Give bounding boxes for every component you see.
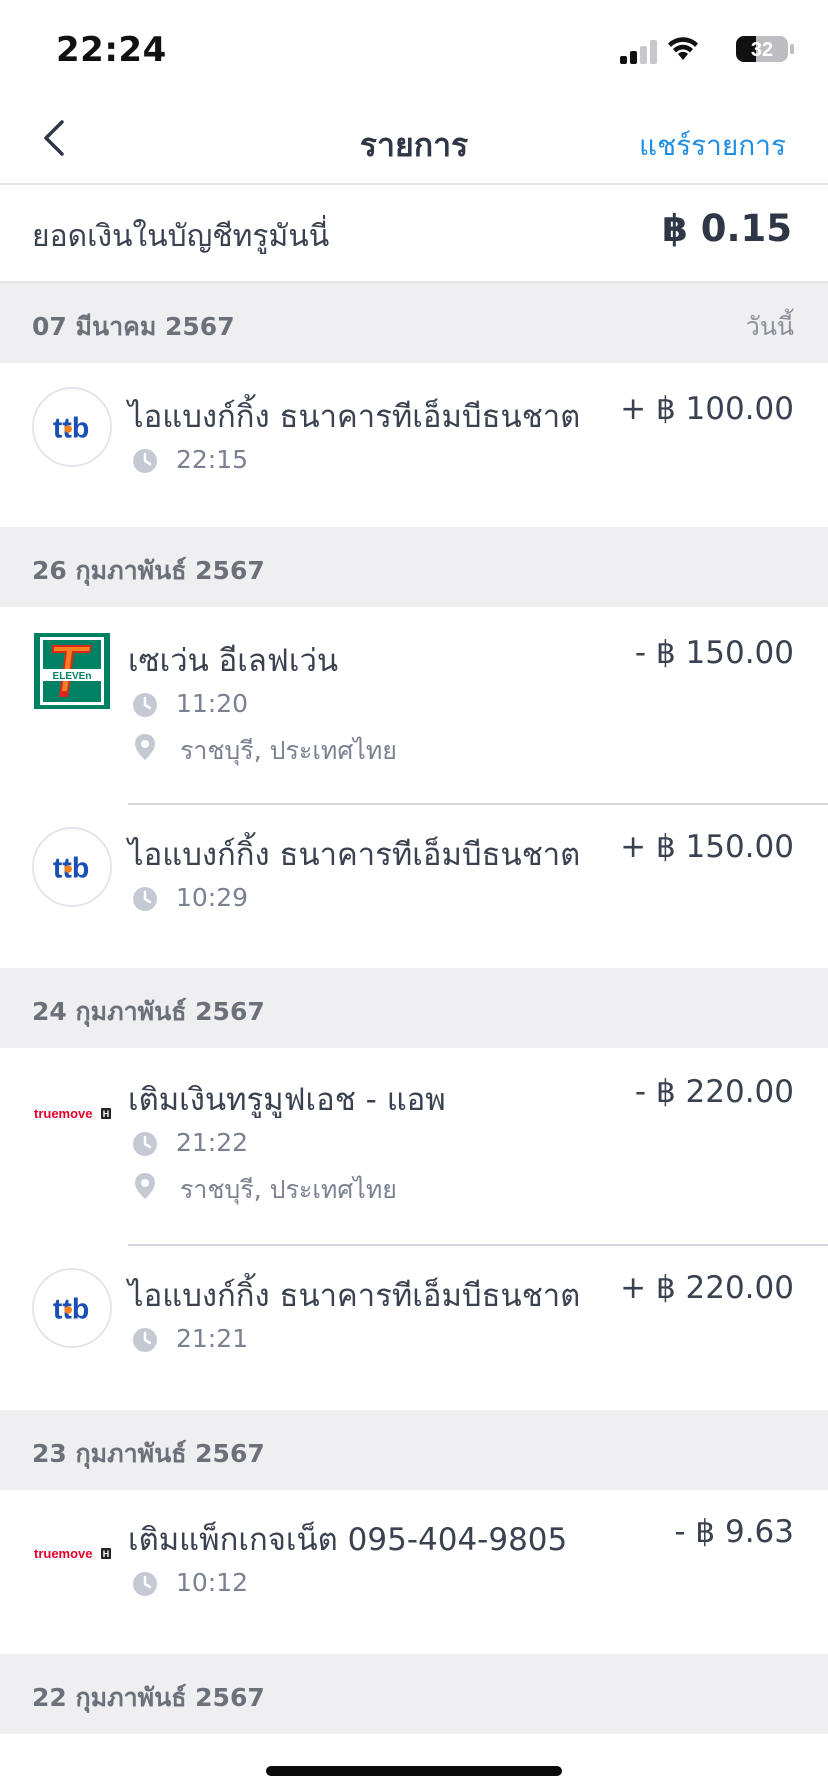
home-indicator[interactable]: [266, 1766, 562, 1776]
transaction-title: ไอแบงก์กิ้ง ธนาคารทีเอ็มบีธนชาต: [128, 1278, 581, 1314]
clock-icon: [133, 1328, 157, 1352]
clock-icon: [133, 693, 157, 717]
signal-icon: [620, 40, 658, 64]
transaction-amount: - ฿ 220.00: [634, 1074, 794, 1110]
transaction-row[interactable]: truemove H เติมแพ็กเกจเน็ต 095-404-9805 …: [0, 1490, 828, 1654]
clock-icon: [133, 887, 157, 911]
balance-label: ยอดเงินในบัญชีทรูมันนี่: [32, 219, 330, 254]
date-label: 23 กุมภาพันธ์ 2567: [32, 1439, 265, 1468]
transaction-row[interactable]: ELEVEn เซเว่น อีเลฟเว่น - ฿ 150.00 11:20…: [0, 607, 828, 803]
date-header: 26 กุมภาพันธ์ 2567: [0, 527, 828, 607]
clock-icon: [133, 449, 157, 473]
7-eleven-logo: ELEVEn: [34, 633, 110, 709]
transaction-time: 10:29: [176, 883, 249, 912]
balance-value: ฿ 0.15: [662, 207, 792, 250]
wifi-icon: [668, 37, 698, 60]
date-label: 26 กุมภาพันธ์ 2567: [32, 556, 265, 585]
truemove-logo: truemove H: [32, 1514, 112, 1594]
clock-icon: [133, 1572, 157, 1596]
date-header: 22 กุมภาพันธ์ 2567: [0, 1654, 828, 1734]
date-header: 07 มีนาคม 2567 วันนี้: [0, 283, 828, 363]
transaction-row[interactable]: truemove H เติมเงินทรูมูฟเอช - แอพ - ฿ 2…: [0, 1048, 828, 1244]
transaction-row[interactable]: ttb ไอแบงก์กิ้ง ธนาคารทีเอ็มบีธนชาต + ฿ …: [0, 1246, 828, 1410]
transaction-time: 22:15: [176, 445, 249, 474]
transaction-amount: - ฿ 9.63: [674, 1514, 794, 1550]
transaction-title: เติมเงินทรูมูฟเอช - แอพ: [128, 1082, 446, 1118]
balance-row: ยอดเงินในบัญชีทรูมันนี่ ฿ 0.15: [0, 185, 828, 283]
ttb-logo: ttb: [32, 387, 112, 467]
share-list-button[interactable]: แชร์รายการ: [639, 124, 786, 168]
clock-icon: [133, 1132, 157, 1156]
transaction-time: 10:12: [176, 1568, 249, 1597]
transaction-title: เซเว่น อีเลฟเว่น: [128, 643, 339, 679]
location-pin-icon: [135, 734, 155, 760]
transaction-title: ไอแบงก์กิ้ง ธนาคารทีเอ็มบีธนชาต: [128, 399, 581, 435]
seven-eleven-wordmark: ELEVEn: [53, 671, 92, 682]
date-header: 24 กุมภาพันธ์ 2567: [0, 968, 828, 1048]
transaction-time: 11:20: [176, 689, 249, 718]
transaction-title: ไอแบงก์กิ้ง ธนาคารทีเอ็มบีธนชาต: [128, 837, 581, 873]
transaction-location: ราชบุรี, ประเทศไทย: [180, 1175, 397, 1204]
ttb-logo: ttb: [32, 1268, 112, 1348]
date-label: 22 กุมภาพันธ์ 2567: [32, 1683, 265, 1712]
truemove-wordmark: truemove: [34, 1106, 93, 1121]
truemove-logo: truemove H: [32, 1074, 112, 1154]
svg-text:H: H: [103, 1549, 110, 1559]
battery-icon: 32: [736, 36, 794, 62]
date-header: 23 กุมภาพันธ์ 2567: [0, 1410, 828, 1490]
status-bar: 22:24 32: [0, 0, 828, 96]
truemove-wordmark: truemove: [34, 1546, 93, 1561]
today-label: วันนี้: [745, 312, 794, 341]
nav-bar: รายการ แชร์รายการ: [0, 96, 828, 185]
transaction-amount: + ฿ 100.00: [620, 391, 794, 427]
ttb-logo: ttb: [32, 827, 112, 907]
status-time: 22:24: [56, 30, 167, 70]
transaction-time: 21:22: [176, 1128, 249, 1157]
transaction-title: เติมแพ็กเกจเน็ต 095-404-9805: [128, 1522, 568, 1558]
transaction-row[interactable]: ttb ไอแบงก์กิ้ง ธนาคารทีเอ็มบีธนชาต + ฿ …: [0, 363, 828, 527]
transaction-location: ราชบุรี, ประเทศไทย: [180, 736, 397, 765]
transaction-amount: - ฿ 150.00: [634, 635, 794, 671]
battery-level: 32: [751, 39, 773, 61]
svg-text:H: H: [103, 1109, 110, 1119]
status-icons: 32: [616, 34, 796, 64]
date-label: 07 มีนาคม 2567: [32, 312, 235, 341]
transaction-time: 21:21: [176, 1324, 249, 1353]
transaction-amount: + ฿ 150.00: [620, 829, 794, 865]
transaction-row[interactable]: ttb ไอแบงก์กิ้ง ธนาคารทีเอ็มบีธนชาต + ฿ …: [0, 805, 828, 968]
date-label: 24 กุมภาพันธ์ 2567: [32, 997, 265, 1026]
location-pin-icon: [135, 1173, 155, 1199]
transaction-amount: + ฿ 220.00: [620, 1270, 794, 1306]
